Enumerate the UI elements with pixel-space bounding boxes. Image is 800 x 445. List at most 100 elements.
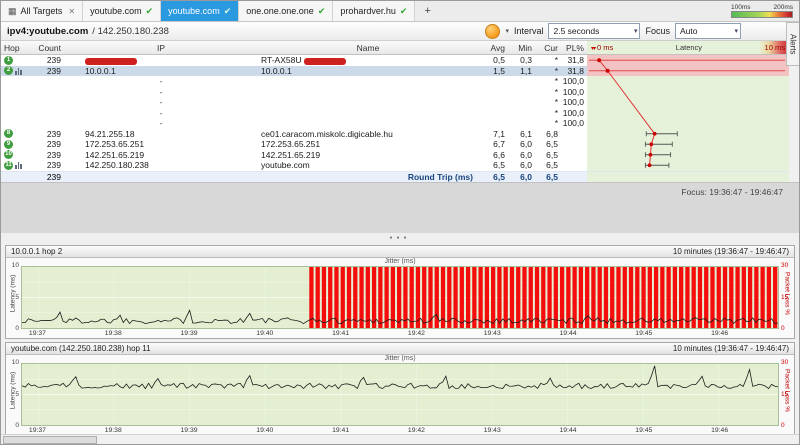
time-tick-label: 19:37: [28, 330, 46, 337]
tab-youtube-com[interactable]: youtube.com ✔: [83, 1, 162, 21]
count-cell: 239: [46, 55, 61, 66]
time-tick-label: 19:41: [332, 330, 350, 337]
column-header-pl[interactable]: PL%: [562, 43, 587, 53]
ip-cell: 142.251.65.219: [85, 149, 145, 160]
round-trip-cur: 6,5: [546, 171, 558, 182]
hop-cell: 10: [1, 150, 31, 160]
alerts-side-tab[interactable]: Alerts: [786, 22, 799, 66]
time-tick-label: 19:38: [104, 330, 122, 337]
latency-max-label: 10 ms: [764, 43, 785, 52]
chevron-down-icon: ▾: [633, 28, 638, 35]
scrollbar-thumb[interactable]: [3, 436, 97, 444]
pl-cell: 100,0: [562, 107, 584, 118]
table-row[interactable]: 9 239 172.253.65.251 172.253.65.251 6,7 6,0 6,…: [1, 139, 789, 150]
timeline-plot[interactable]: [21, 363, 779, 426]
packet-loss-tick-label: 30: [781, 262, 789, 269]
ip-cell: 172.253.65.251: [85, 139, 145, 150]
graph-header[interactable]: youtube.com (142.250.180.238) hop 11 10 …: [6, 343, 794, 355]
ip-cell: -: [159, 107, 163, 118]
tab-label: youtube.com: [168, 6, 220, 16]
table-row[interactable]: - * 100,0: [1, 97, 789, 108]
latency-cell: [587, 139, 789, 150]
redacted-name: [304, 57, 347, 65]
time-tick-label: 19:39: [180, 427, 198, 434]
close-icon[interactable]: ✕: [68, 7, 75, 16]
target-toolbar: ipv4:youtube.com / 142.250.180.238 ▾ Int…: [1, 22, 799, 41]
table-row[interactable]: - * 100,0: [1, 118, 789, 129]
count-cell: 239: [46, 149, 61, 160]
tab-all-targets[interactable]: ▦ All Targets ✕: [1, 1, 84, 21]
cur-cell: 6,5: [546, 160, 558, 171]
table-row[interactable]: - * 100,0: [1, 86, 789, 97]
count-cell: 239: [46, 128, 61, 139]
cur-cell: 6,8: [546, 128, 558, 139]
column-header-count[interactable]: Count: [31, 43, 67, 53]
avg-cell: 6,7: [493, 139, 505, 150]
table-row[interactable]: 10 239 142.251.65.219 142.251.65.219 6,6 6,0 6…: [1, 149, 789, 160]
tab-label: All Targets: [20, 6, 63, 16]
graph-header[interactable]: 10.0.0.1 hop 2 10 minutes (19:36:47 - 19…: [6, 246, 794, 258]
latency-column-header: ▾▾ 0 ms Latency 10 ms: [587, 41, 789, 54]
time-tick-label: 19:44: [559, 427, 577, 434]
avg-cell: 6,5: [493, 160, 505, 171]
tab-prohardver-hu[interactable]: prohardver.hu ✔: [333, 1, 416, 21]
column-header-avg[interactable]: Avg: [481, 43, 509, 53]
column-header-hop[interactable]: Hop: [1, 43, 31, 53]
timeline-graph-hop2: 10.0.0.1 hop 2 10 minutes (19:36:47 - 19…: [5, 245, 795, 339]
table-row[interactable]: 11 239 142.250.180.238 youtube.com 6,5 6,0 6,5: [1, 160, 789, 171]
latency-cell: [587, 86, 789, 97]
latency-tick-label: 0: [15, 422, 19, 429]
horizontal-scrollbar[interactable]: [1, 434, 799, 444]
interval-select[interactable]: 2.5 seconds ▾: [548, 23, 641, 39]
hop-cell: 1: [1, 55, 31, 65]
hop-number-badge: 11: [4, 160, 13, 170]
column-header-name[interactable]: Name: [255, 43, 481, 53]
grid-icon: ▦: [8, 5, 17, 16]
pingplotter-window: ▦ All Targets ✕ youtube.com ✔ youtube.com ✔ one…: [0, 0, 800, 445]
table-row[interactable]: - * 100,0: [1, 76, 789, 87]
panel-splitter[interactable]: ●●●: [1, 233, 799, 243]
cur-cell: *: [554, 97, 558, 108]
ip-cell: 10.0.0.1: [85, 65, 116, 76]
toolbar-controls: ▾ Interval 2.5 seconds ▾ Focus Auto ▾: [485, 23, 741, 39]
jitter-label: Jitter (ms): [384, 257, 416, 265]
timeline-plot[interactable]: [21, 266, 779, 329]
time-tick-label: 19:37: [28, 427, 46, 434]
latency-cell: [587, 160, 789, 171]
tab-youtube-com[interactable]: youtube.com ✔: [161, 1, 240, 21]
time-tick-label: 19:45: [635, 427, 653, 434]
new-tab-button[interactable]: +: [415, 1, 439, 21]
column-header-cur[interactable]: Cur: [536, 43, 562, 53]
ip-cell: -: [159, 86, 163, 97]
scale-100ms-label: 100ms: [731, 4, 751, 11]
bar-chart-icon: [15, 67, 22, 75]
cur-cell: *: [554, 76, 558, 87]
packet-loss-tick-label: 15: [781, 293, 789, 301]
latency-cell: [587, 55, 789, 66]
column-header-min[interactable]: Min: [509, 43, 536, 53]
time-tick-label: 19:42: [407, 330, 425, 337]
round-trip-row[interactable]: 239 Round Trip (ms) 6,5 6,0 6,5: [1, 170, 789, 182]
min-cell: 6,0: [520, 160, 532, 171]
column-header-ip[interactable]: IP: [67, 43, 255, 53]
table-row[interactable]: 2 239 10.0.0.1 10.0.0.1 1,5 1,1 * 31,8: [1, 65, 789, 76]
hop-cell: 9: [1, 139, 31, 149]
name-cell: youtube.com: [261, 160, 310, 171]
chevron-down-icon[interactable]: ▾: [505, 27, 509, 35]
check-icon: ✔: [399, 5, 408, 16]
tab-one-one-one-one[interactable]: one.one.one.one ✔: [239, 1, 334, 21]
time-axis: 19:37 19:38 19:39 19:40 19:41 19:42 19:43 19:44…: [21, 330, 779, 339]
table-row[interactable]: - * 100,0: [1, 107, 789, 118]
tab-label: youtube.com: [90, 6, 142, 16]
time-tick-label: 19:45: [635, 330, 653, 337]
table-row[interactable]: 8 239 94.21.255.18 ce01.caracom.miskolc.dig…: [1, 128, 789, 139]
chevron-down-icon: ▾: [734, 28, 738, 35]
graph-time-range: 10 minutes (19:36:47 - 19:46:47): [672, 247, 789, 256]
trace-status-button[interactable]: [485, 23, 501, 39]
focus-select[interactable]: Auto ▾: [675, 23, 741, 39]
target-ip: / 142.250.180.238: [92, 25, 169, 37]
hop-number-badge: 1: [4, 55, 13, 65]
hop-rows: 1 239 RT-AX58U 0,5 0,3 * 31,8 2 239 10.0.0.1 10.0.…: [1, 55, 789, 171]
target-name: ipv4:youtube.com: [7, 25, 89, 37]
table-row[interactable]: 1 239 RT-AX58U 0,5 0,3 * 31,8: [1, 55, 789, 66]
